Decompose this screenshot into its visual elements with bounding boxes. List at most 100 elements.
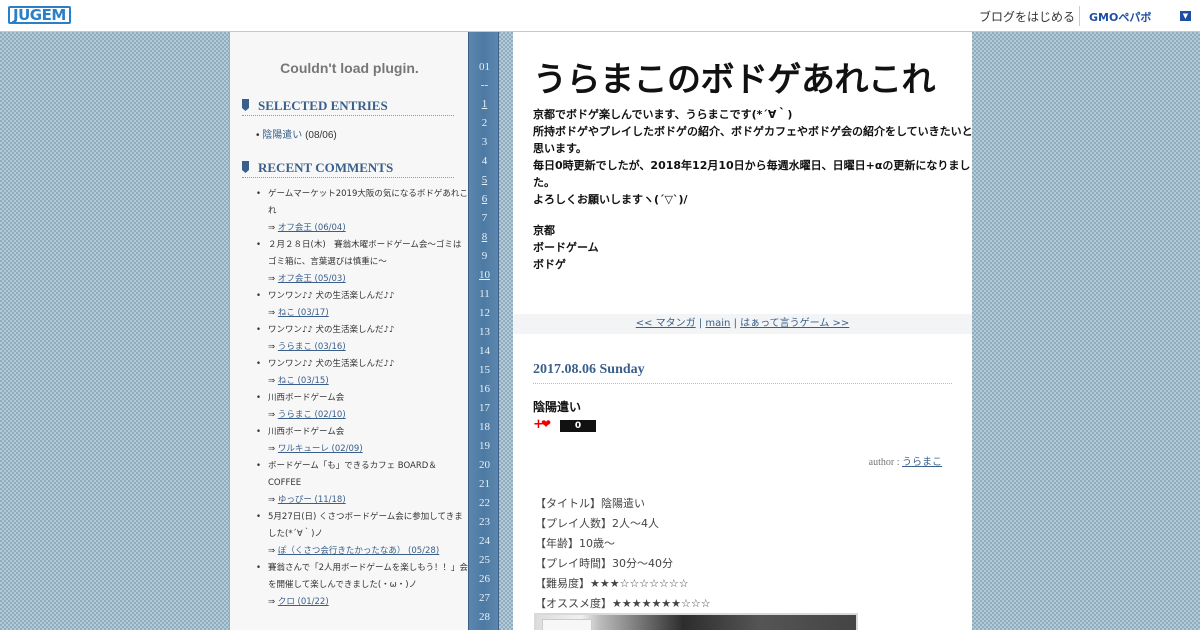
calendar-day: 19 bbox=[479, 440, 490, 452]
recent-comments-title: RECENT COMMENTS bbox=[258, 160, 394, 175]
comment-item: ワンワン♪♪ 犬の生活楽しんだ♪♪ ⇒ ねこ (03/17) bbox=[256, 288, 468, 322]
comment-author-link[interactable]: ゆっぴー (11/18) bbox=[278, 495, 346, 505]
comment-byline: ⇒ ぽ（くさつ会行きたかったなあ） (05/28) bbox=[268, 543, 468, 560]
sidebar: Couldn't load plugin. SELECTED ENTRIES •… bbox=[229, 32, 468, 630]
heart-icon[interactable]: ❤ bbox=[541, 417, 551, 431]
calendar-day: 13 bbox=[479, 326, 490, 338]
detail-line: 【年齢】10歳～ bbox=[535, 537, 615, 550]
comment-entry-title: ２月２８日(木) 賽翁木曜ボードゲーム会～ゴミはゴミ箱に、言葉選びは慎重に～ bbox=[268, 240, 462, 267]
comment-item: 川西ボードゲーム会 ⇒ うらまこ (02/10) bbox=[256, 390, 468, 424]
calendar-day[interactable]: 10 bbox=[469, 269, 500, 281]
selected-entry-link[interactable]: 陰陽遣い bbox=[262, 130, 302, 141]
main-content: うらまこのボドゲあれこれ 京都でボドゲ楽しんでいます、うらまこです(*´∀｀) … bbox=[513, 32, 972, 630]
calendar-day: 11 bbox=[479, 288, 490, 300]
topbar-divider bbox=[1079, 6, 1080, 26]
calendar-day: 3 bbox=[481, 136, 488, 148]
bookmark-icon bbox=[242, 99, 249, 111]
comment-entry-title: 川西ボードゲーム会 bbox=[268, 427, 345, 437]
pager-separator: | bbox=[730, 318, 741, 329]
entry-author: author : うらまこ bbox=[869, 453, 942, 468]
comment-author-link[interactable]: オフ会王 (05/03) bbox=[278, 274, 346, 284]
entry-photo[interactable] bbox=[534, 613, 858, 630]
detail-line: 【プレイ時間】30分～40分 bbox=[535, 557, 673, 570]
arrow-icon: ⇒ bbox=[268, 546, 276, 556]
author-link[interactable]: うらまこ bbox=[902, 457, 942, 468]
comment-byline: ⇒ うらまこ (02/10) bbox=[268, 407, 468, 424]
calendar-day: 25 bbox=[479, 554, 490, 566]
photo-detail bbox=[542, 619, 592, 630]
comment-item: ２月２８日(木) 賽翁木曜ボードゲーム会～ゴミはゴミ箱に、言葉選びは慎重に～ ⇒ … bbox=[256, 237, 468, 288]
comment-item: 川西ボードゲーム会 ⇒ ワルキューレ (02/09) bbox=[256, 424, 468, 458]
jugem-logo[interactable]: JUGEM bbox=[8, 6, 71, 24]
comment-author-link[interactable]: ねこ (03/17) bbox=[278, 308, 329, 318]
arrow-icon: ⇒ bbox=[268, 223, 276, 233]
calendar-separator: -- bbox=[480, 79, 489, 91]
calendar-month: 01 bbox=[479, 61, 490, 73]
comment-item: ゲームマーケット2019大阪の気になるボドゲあれこれ ⇒ オフ会王 (06/04) bbox=[256, 186, 468, 237]
comment-entry-title: 賽翁さんで「2人用ボードゲームを楽しもう！！」会を開催して楽しんできました(・ω… bbox=[268, 563, 468, 590]
calendar-strip: 01 -- 1 2 3 4 5 6 7 8 9 10 11 12 13 14 15 16 17 18 19 20 21 2… bbox=[468, 32, 499, 630]
calendar-day: 16 bbox=[479, 383, 490, 395]
comment-author-link[interactable]: ワルキューレ (02/09) bbox=[278, 444, 363, 454]
comment-byline: ⇒ ワルキューレ (02/09) bbox=[268, 441, 468, 458]
calendar-day: 15 bbox=[479, 364, 490, 376]
selected-entries-heading: SELECTED ENTRIES bbox=[242, 98, 454, 116]
comment-item: ワンワン♪♪ 犬の生活楽しんだ♪♪ ⇒ ねこ (03/15) bbox=[256, 356, 468, 390]
prev-entry-link[interactable]: << マタンガ bbox=[636, 318, 696, 329]
start-blog-link[interactable]: ブログをはじめる bbox=[979, 8, 1075, 25]
main-link[interactable]: main bbox=[705, 318, 730, 329]
calendar-day: 22 bbox=[479, 497, 490, 509]
calendar-day: 4 bbox=[481, 155, 488, 167]
selected-entries-title: SELECTED ENTRIES bbox=[258, 98, 388, 113]
tag-item: 京都 bbox=[533, 224, 555, 237]
like-count: 0 bbox=[560, 420, 596, 432]
detail-line: 【プレイ人数】2人～4人 bbox=[535, 517, 659, 530]
calendar-day: 9 bbox=[481, 250, 488, 262]
calendar-day: 24 bbox=[479, 535, 490, 547]
blog-title[interactable]: うらまこのボドゲあれこれ bbox=[533, 52, 936, 101]
blog-description: 京都でボドゲ楽しんでいます、うらまこです(*´∀｀) 所持ボドゲやプレイしたボド… bbox=[533, 106, 972, 208]
calendar-day: 12 bbox=[479, 307, 490, 319]
comment-author-link[interactable]: ねこ (03/15) bbox=[278, 376, 329, 386]
calendar-day: 26 bbox=[479, 573, 490, 585]
calendar-day: 20 bbox=[479, 459, 490, 471]
arrow-icon: ⇒ bbox=[268, 597, 276, 607]
bookmark-icon bbox=[242, 161, 249, 173]
comment-author-link[interactable]: ぽ（くさつ会行きたかったなあ） (05/28) bbox=[278, 546, 439, 556]
comment-author-link[interactable]: うらまこ (02/10) bbox=[278, 410, 346, 420]
comment-byline: ⇒ オフ会王 (06/04) bbox=[268, 220, 468, 237]
comment-author-link[interactable]: クロ (01/22) bbox=[278, 597, 329, 607]
next-entry-link[interactable]: はぁって言うゲーム >> bbox=[740, 318, 849, 329]
comment-byline: ⇒ オフ会王 (05/03) bbox=[268, 271, 468, 288]
comment-byline: ⇒ ねこ (03/15) bbox=[268, 373, 468, 390]
comment-byline: ⇒ ねこ (03/17) bbox=[268, 305, 468, 322]
gmo-pepabo-logo[interactable]: GMOペパボ bbox=[1089, 9, 1151, 25]
comment-author-link[interactable]: オフ会王 (06/04) bbox=[278, 223, 346, 233]
comment-entry-title: ゲームマーケット2019大阪の気になるボドゲあれこれ bbox=[268, 189, 468, 216]
arrow-icon: ⇒ bbox=[268, 410, 276, 420]
description-line: 所持ボドゲやプレイしたボドゲの紹介、ボドゲカフェやボドゲ会の紹介をしていきたいと… bbox=[533, 125, 972, 155]
tag-item: ボードゲーム bbox=[533, 241, 599, 254]
description-line: 京都でボドゲ楽しんでいます、うらまこです(*´∀｀) bbox=[533, 108, 793, 121]
calendar-day[interactable]: 1 bbox=[469, 98, 500, 110]
calendar-day[interactable]: 8 bbox=[469, 231, 500, 243]
comment-entry-title: 川西ボードゲーム会 bbox=[268, 393, 345, 403]
entry-date-heading: 2017.08.06 Sunday bbox=[533, 362, 952, 384]
calendar-day[interactable]: 5 bbox=[469, 174, 500, 186]
calendar-day: 23 bbox=[479, 516, 490, 528]
comment-byline: ⇒ ゆっぴー (11/18) bbox=[268, 492, 468, 509]
comment-entry-title: ワンワン♪♪ 犬の生活楽しんだ♪♪ bbox=[268, 325, 395, 335]
comment-byline: ⇒ うらまこ (03/16) bbox=[268, 339, 468, 356]
arrow-icon: ⇒ bbox=[268, 495, 276, 505]
calendar-day: 27 bbox=[479, 592, 490, 604]
pager-separator: | bbox=[695, 318, 706, 329]
comment-entry-title: 5月27日(日) くさつボードゲーム会に参加してきました(*´∀｀)ノ bbox=[268, 512, 463, 539]
pager: << マタンガ | main | はぁって言うゲーム >> bbox=[513, 314, 972, 334]
entry-title[interactable]: 陰陽遣い bbox=[533, 398, 581, 415]
comment-item: ワンワン♪♪ 犬の生活楽しんだ♪♪ ⇒ うらまこ (03/16) bbox=[256, 322, 468, 356]
calendar-day[interactable]: 6 bbox=[469, 193, 500, 205]
chevron-down-icon[interactable]: ▼ bbox=[1180, 11, 1191, 21]
comment-author-link[interactable]: うらまこ (03/16) bbox=[278, 342, 346, 352]
description-line: 毎日0時更新でしたが、2018年12月10日から毎週水曜日、日曜日+αの更新にな… bbox=[533, 159, 971, 189]
entry-details: 【タイトル】陰陽遣い 【プレイ人数】2人～4人 【年齢】10歳～ 【プレイ時間】… bbox=[535, 494, 711, 614]
